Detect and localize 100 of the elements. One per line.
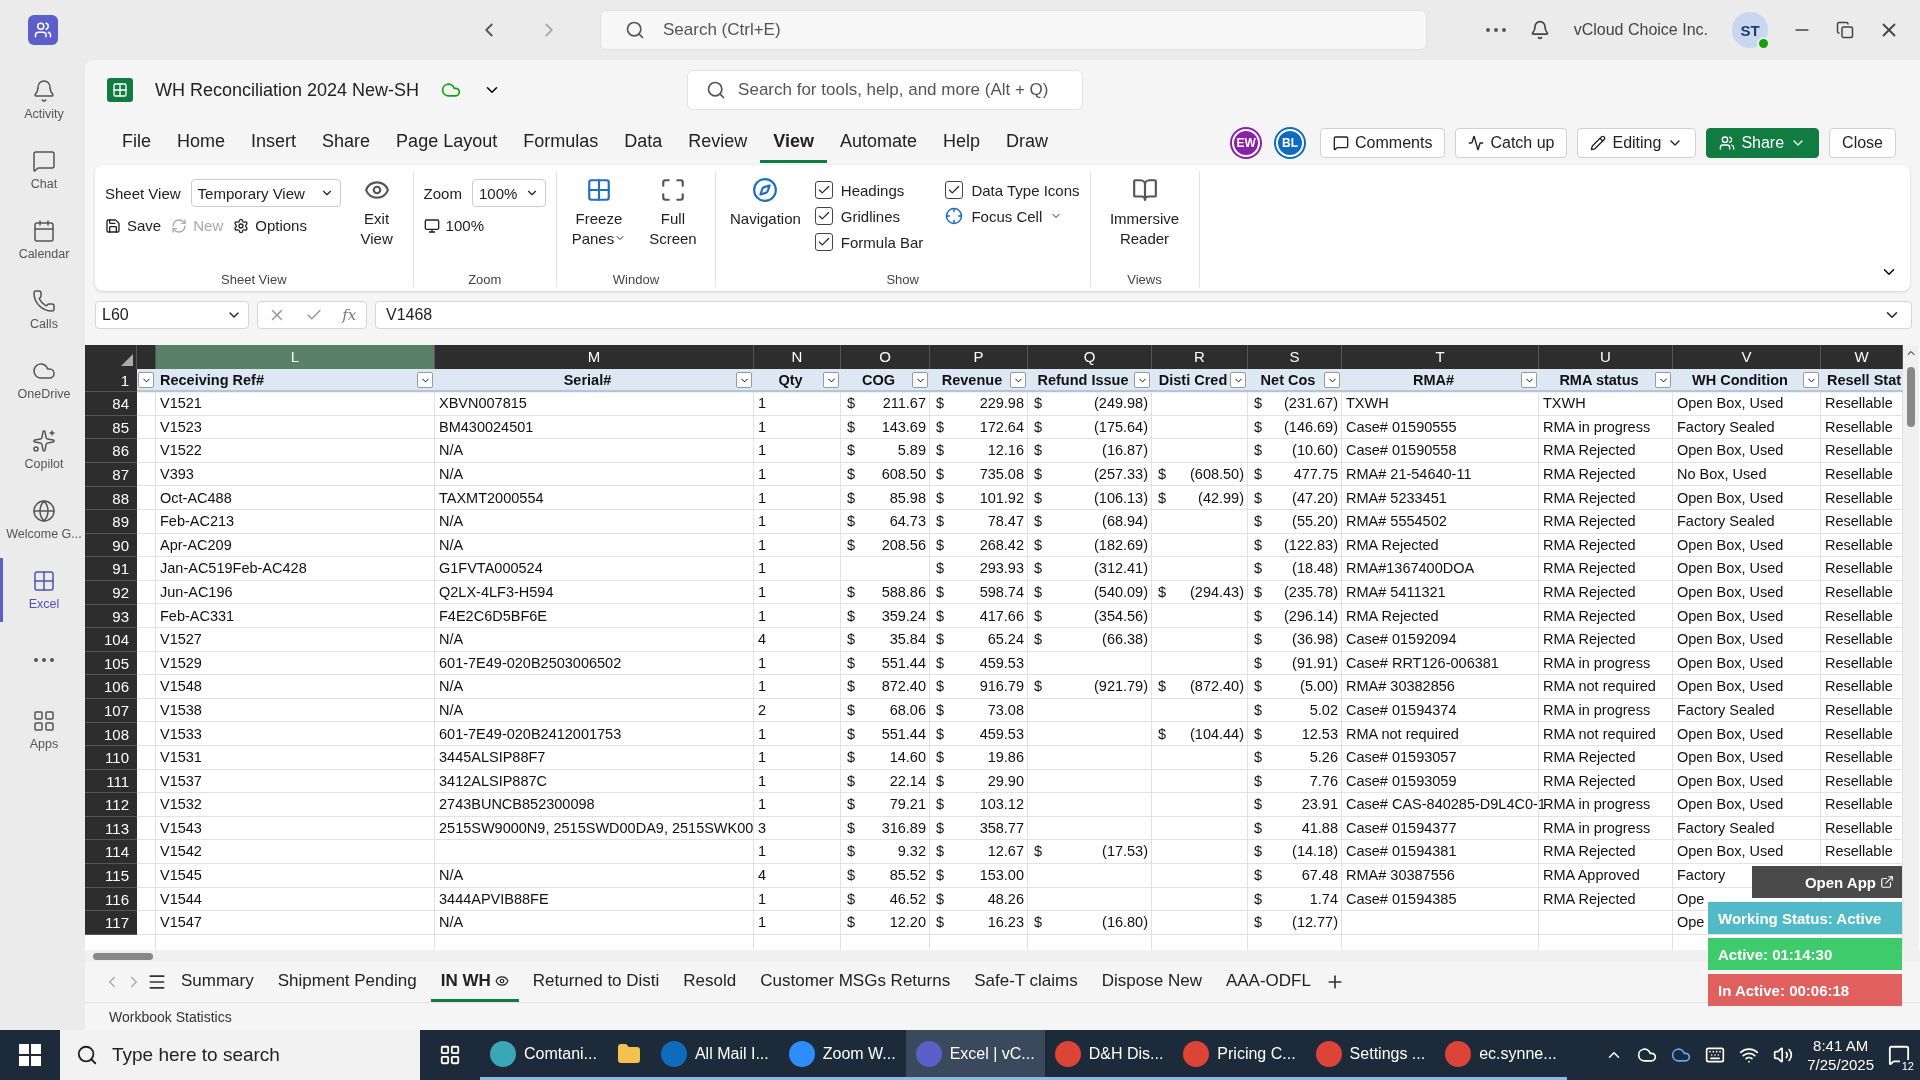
column-header[interactable]: U bbox=[1539, 345, 1673, 369]
collaborator-avatar[interactable]: BL bbox=[1276, 128, 1305, 157]
windows-icon[interactable] bbox=[19, 1044, 41, 1066]
taskbar-app[interactable]: Zoom W... bbox=[778, 1030, 906, 1080]
rail-item[interactable]: OneDrive bbox=[0, 348, 85, 412]
more-icon[interactable] bbox=[1485, 28, 1506, 32]
row-number[interactable]: 89 bbox=[85, 510, 137, 534]
row-number[interactable]: 117 bbox=[85, 911, 137, 935]
rail-item[interactable]: Calendar bbox=[0, 208, 85, 272]
filter-icon[interactable] bbox=[1230, 372, 1246, 389]
column-header[interactable]: Q bbox=[1028, 345, 1152, 369]
checkbox[interactable] bbox=[814, 181, 833, 199]
column-header[interactable]: T bbox=[1342, 345, 1539, 369]
row-number[interactable]: 84 bbox=[85, 392, 137, 416]
menu-tab[interactable]: Insert bbox=[238, 122, 310, 163]
zoom-select[interactable]: 100% bbox=[471, 179, 546, 207]
volume-icon[interactable] bbox=[1773, 1045, 1794, 1065]
tool-search-field[interactable]: Search for tools, help, and more (Alt + Q) bbox=[687, 70, 1084, 110]
options-button[interactable]: Options bbox=[233, 217, 307, 234]
checkbox[interactable] bbox=[814, 207, 833, 225]
filter-icon[interactable] bbox=[823, 372, 839, 389]
taskbar-app[interactable]: Settings ... bbox=[1305, 1030, 1436, 1080]
column-header[interactable]: N bbox=[754, 345, 841, 369]
sheet-tab[interactable]: Resold bbox=[673, 962, 747, 1002]
formula-input[interactable]: V1468 bbox=[375, 301, 1912, 329]
filter-icon[interactable] bbox=[417, 372, 433, 389]
collaborator-avatar[interactable]: EW bbox=[1232, 128, 1261, 157]
checkbox[interactable] bbox=[945, 181, 964, 199]
row-number[interactable]: 91 bbox=[85, 557, 137, 581]
row-number[interactable]: 110 bbox=[85, 746, 137, 770]
sheet-tab[interactable]: Shipment Pending bbox=[267, 962, 427, 1002]
row-number[interactable]: 113 bbox=[85, 816, 137, 841]
share-button[interactable]: Share bbox=[1706, 127, 1820, 158]
freeze-panes-button[interactable]: Freeze Panes bbox=[566, 171, 631, 248]
network-icon[interactable] bbox=[1739, 1045, 1760, 1065]
checkbox-label[interactable]: Data Type Icons bbox=[971, 181, 1080, 199]
scrollbar-thumb[interactable] bbox=[93, 952, 153, 960]
row-number[interactable]: 93 bbox=[85, 604, 137, 629]
task-view-icon[interactable] bbox=[439, 1044, 461, 1066]
restore-icon[interactable] bbox=[1836, 21, 1854, 39]
column-header[interactable]: S bbox=[1248, 345, 1342, 369]
filter-icon[interactable] bbox=[736, 372, 752, 389]
row-number[interactable]: 116 bbox=[85, 887, 137, 912]
column-header[interactable]: P bbox=[930, 345, 1028, 369]
sheet-tab[interactable]: Returned to Disti bbox=[522, 962, 670, 1002]
row-number[interactable]: 106 bbox=[85, 675, 137, 699]
navigation-button[interactable]: Navigation bbox=[725, 171, 805, 229]
column-header[interactable]: V bbox=[1673, 345, 1821, 369]
row-number[interactable]: 104 bbox=[85, 628, 137, 652]
close-button[interactable]: Close bbox=[1829, 127, 1896, 158]
full-screen-button[interactable]: Full Screen bbox=[640, 171, 705, 248]
comments-button[interactable]: Comments bbox=[1320, 127, 1446, 158]
menu-icon[interactable] bbox=[147, 972, 167, 992]
checkbox[interactable] bbox=[814, 233, 833, 251]
menu-tab[interactable]: File bbox=[109, 122, 164, 163]
taskbar-app[interactable]: Comtani... bbox=[480, 1030, 607, 1080]
column-header[interactable]: O bbox=[841, 345, 930, 369]
cloud-icon[interactable] bbox=[1671, 1045, 1692, 1065]
focus-cell-button[interactable]: Focus Cell bbox=[945, 203, 1080, 229]
rail-item[interactable]: Copilot bbox=[0, 418, 85, 482]
row-number[interactable]: 92 bbox=[85, 580, 137, 605]
cloud-icon[interactable] bbox=[1637, 1045, 1658, 1065]
rail-item[interactable]: Apps bbox=[0, 698, 85, 762]
menu-tab[interactable]: Page Layout bbox=[383, 122, 511, 163]
editing-button[interactable]: Editing bbox=[1577, 127, 1697, 158]
checkbox-label[interactable]: Headings bbox=[840, 181, 905, 199]
filter-icon[interactable] bbox=[1134, 372, 1150, 389]
rail-item[interactable]: Chat bbox=[0, 138, 85, 202]
sheet-view-select[interactable]: Temporary View bbox=[190, 179, 341, 207]
open-app-link[interactable]: Open App bbox=[1752, 866, 1902, 898]
zoom-100-button[interactable]: 100% bbox=[423, 217, 546, 234]
immersive-reader-button[interactable]: Immersive Reader bbox=[1100, 171, 1189, 248]
save-button[interactable]: Save bbox=[105, 217, 162, 234]
filter-icon[interactable] bbox=[1803, 372, 1819, 389]
rail-item[interactable]: Welcome G... bbox=[0, 488, 85, 552]
name-box[interactable]: L60 bbox=[95, 301, 249, 329]
row-number[interactable]: 90 bbox=[85, 533, 137, 558]
checkbox-label[interactable]: Gridlines bbox=[840, 207, 901, 225]
filter-icon[interactable] bbox=[1521, 372, 1537, 389]
taskbar-search-field[interactable]: Type here to search bbox=[60, 1030, 420, 1080]
taskbar-app[interactable]: Pricing C... bbox=[1173, 1030, 1306, 1080]
column-header[interactable]: W bbox=[1821, 345, 1903, 369]
insert-function-button[interactable]: fx bbox=[342, 306, 357, 324]
sheet-tab[interactable]: IN WH bbox=[430, 962, 519, 1002]
sheet-tab[interactable]: Customer MSGs Returns bbox=[750, 962, 961, 1002]
row-number[interactable]: 115 bbox=[85, 864, 137, 888]
row-number[interactable]: 111 bbox=[85, 769, 137, 794]
select-all-corner[interactable] bbox=[85, 345, 137, 369]
column-header[interactable]: M bbox=[435, 345, 754, 369]
menu-tab[interactable]: Help bbox=[930, 122, 994, 163]
taskbar-app[interactable]: D&H Dis... bbox=[1044, 1030, 1174, 1080]
row-number[interactable]: 112 bbox=[85, 793, 137, 817]
menu-tab[interactable]: Review bbox=[675, 122, 761, 163]
user-avatar[interactable]: ST bbox=[1732, 12, 1768, 48]
row-number[interactable]: 88 bbox=[85, 486, 137, 511]
row-number[interactable]: 108 bbox=[85, 722, 137, 747]
row-number[interactable]: 85 bbox=[85, 415, 137, 440]
menu-tab[interactable]: Share bbox=[309, 122, 384, 163]
sheet-tab[interactable]: Safe-T claims bbox=[964, 962, 1088, 1002]
menu-tab[interactable]: Automate bbox=[827, 122, 931, 163]
